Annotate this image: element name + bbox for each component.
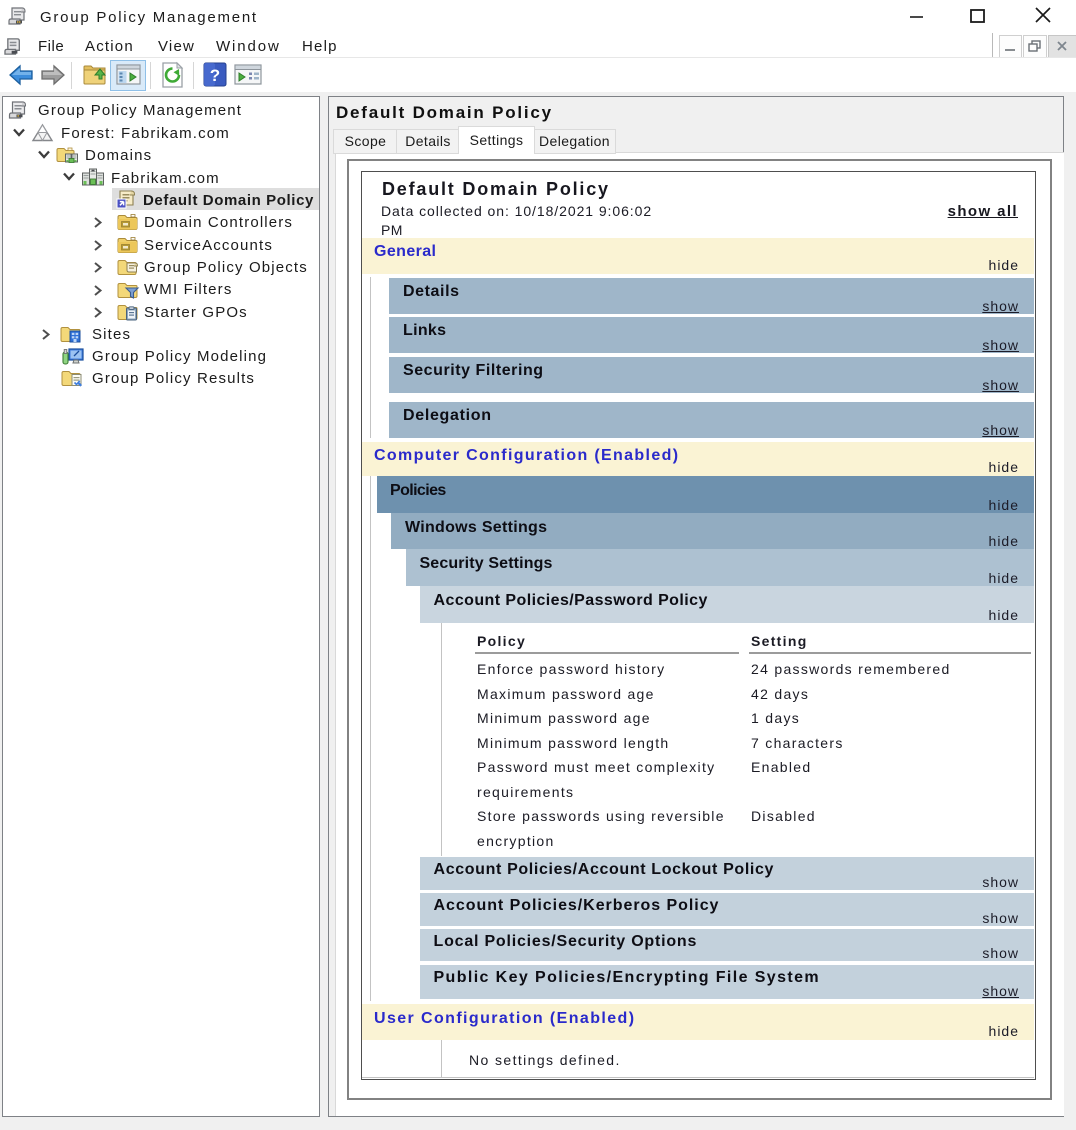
svg-text:?: ? <box>210 66 220 85</box>
